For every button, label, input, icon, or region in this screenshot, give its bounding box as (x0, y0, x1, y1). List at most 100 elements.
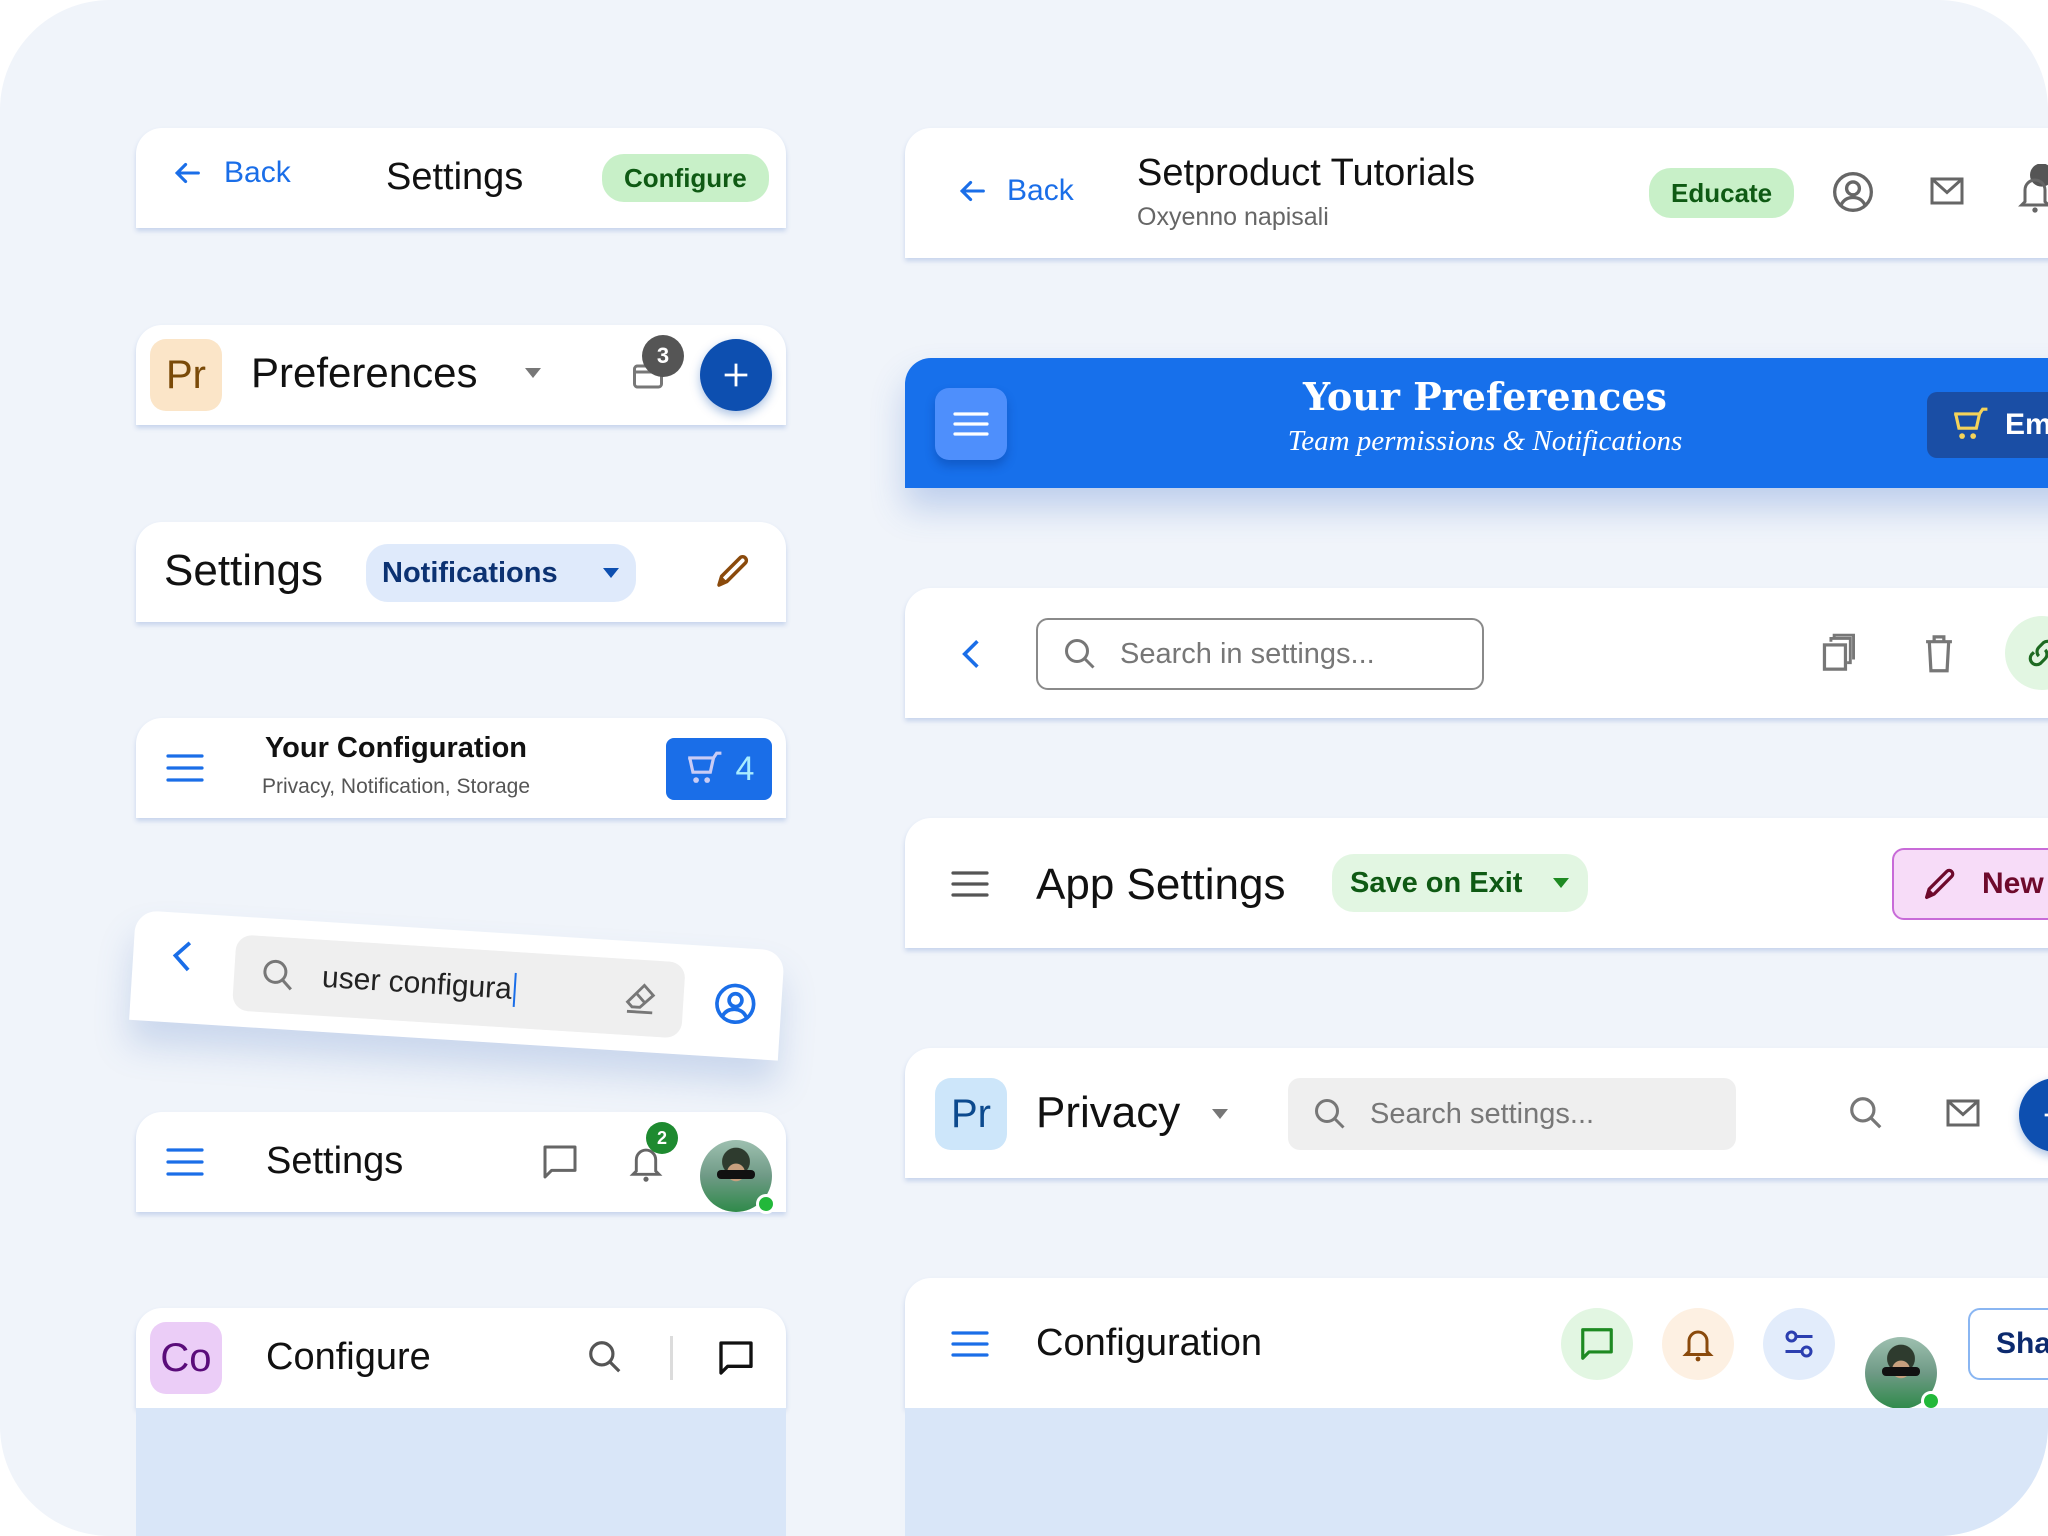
dropdown-caret-icon (602, 567, 620, 579)
back-label: Back (224, 156, 291, 189)
eraser-clear-icon[interactable] (620, 978, 660, 1018)
dropdown-value: Save on Exit (1350, 866, 1523, 899)
cart-icon (1949, 406, 1991, 444)
bell-icon[interactable] (2015, 164, 2048, 216)
page-title: Settings (386, 156, 524, 198)
search-icon (259, 956, 297, 994)
page-subtitle: Privacy, Notification, Storage (261, 775, 531, 798)
notifications-button[interactable] (1662, 1308, 1734, 1380)
trash-icon[interactable] (1921, 632, 1957, 674)
search-input[interactable]: Search settings... (1288, 1078, 1736, 1150)
plus-icon (2039, 1098, 2048, 1132)
settings-notifications-card: Settings Notifications (136, 522, 786, 622)
save-on-exit-dropdown[interactable]: Save on Exit (1332, 854, 1588, 912)
search-icon[interactable] (1847, 1094, 1885, 1132)
chevron-left-icon[interactable] (170, 938, 194, 973)
user-profile-icon[interactable] (712, 980, 759, 1027)
link-button[interactable] (2005, 616, 2048, 690)
app-avatar: Co (150, 1322, 222, 1394)
copy-icon[interactable] (1819, 632, 1859, 674)
notifications-dropdown[interactable]: Notifications (366, 544, 636, 602)
chat-button[interactable] (1561, 1308, 1633, 1380)
your-configuration-card: Your Configuration Privacy, Notification… (136, 718, 786, 818)
content-area-placeholder (905, 1408, 2048, 1536)
configure-button[interactable]: Configure (602, 154, 769, 202)
arrow-left-icon (170, 156, 204, 190)
hamburger-menu-icon (953, 409, 989, 439)
add-button[interactable] (700, 339, 772, 411)
page-title: Settings (266, 1140, 404, 1182)
dropdown-caret-icon[interactable] (524, 367, 542, 379)
filters-button[interactable] (1763, 1308, 1835, 1380)
share-button[interactable]: Sha (1968, 1308, 2048, 1380)
add-button[interactable] (2019, 1078, 2048, 1152)
page-title: Privacy (1036, 1088, 1181, 1137)
bell-icon (1680, 1324, 1716, 1364)
dropdown-caret-icon[interactable] (1211, 1108, 1229, 1120)
hamburger-menu-icon[interactable] (951, 868, 989, 900)
page-title: Your Configuration (264, 732, 528, 764)
plus-icon (719, 358, 753, 392)
share-button-label: Sha (1996, 1327, 2048, 1360)
user-profile-icon[interactable] (1831, 170, 1875, 214)
avatar-photo (717, 1170, 755, 1179)
page-title: Configuration (1036, 1322, 1263, 1364)
menu-button[interactable] (935, 388, 1007, 460)
page-title: Settings (164, 546, 323, 595)
link-icon (2023, 634, 2048, 672)
divider (670, 1336, 673, 1380)
app-avatar: Pr (150, 339, 222, 411)
mail-icon[interactable] (1929, 174, 1965, 208)
sliders-icon (1781, 1326, 1817, 1362)
content-area-placeholder (136, 1408, 786, 1536)
online-status-dot (756, 1194, 776, 1214)
hamburger-menu-icon[interactable] (166, 1144, 204, 1180)
canvas-background: Back Settings Configure Pr Preferences 3… (0, 0, 2048, 1536)
dropdown-caret-icon (1552, 877, 1570, 889)
search-settings-card: Search in settings... (905, 588, 2048, 718)
configuration-card: Configuration Sha (905, 1278, 2048, 1411)
mail-icon[interactable] (1945, 1096, 1981, 1130)
page-title: Preferences (251, 349, 478, 396)
pencil-icon[interactable] (712, 550, 754, 592)
preferences-header-card: Pr Preferences 3 (136, 325, 786, 425)
search-input[interactable]: Search in settings... (1036, 618, 1484, 690)
search-placeholder: Search in settings... (1120, 637, 1375, 670)
cart-button-label: Em (2005, 408, 2048, 441)
cart-count: 4 (735, 749, 755, 788)
text-cursor (512, 972, 517, 1007)
new-button-label: New (1982, 867, 2044, 900)
search-icon (1312, 1096, 1348, 1132)
settings-header-card: Back Settings Configure (136, 128, 786, 228)
new-button[interactable]: New (1892, 848, 2048, 920)
chat-bubble-icon[interactable] (540, 1142, 580, 1182)
educate-button[interactable]: Educate (1649, 168, 1795, 218)
back-button[interactable]: Back (955, 174, 1074, 208)
app-avatar: Pr (935, 1078, 1007, 1150)
search-input[interactable]: user configura (231, 934, 686, 1039)
app-settings-card: App Settings Save on Exit New (905, 818, 2048, 948)
cart-button[interactable]: Em (1927, 392, 2048, 458)
cart-button[interactable]: 4 (666, 738, 772, 800)
privacy-card: Pr Privacy Search settings... (905, 1048, 2048, 1178)
search-icon[interactable] (586, 1338, 624, 1376)
notification-count-badge: 2 (646, 1122, 678, 1154)
arrow-left-icon (955, 174, 989, 208)
hamburger-menu-icon[interactable] (166, 750, 204, 786)
search-placeholder: Search settings... (1370, 1097, 1595, 1130)
chat-bubble-icon (1578, 1325, 1616, 1363)
page-title: Configure (266, 1336, 431, 1378)
page-title: Setproduct Tutorials (1137, 152, 1475, 194)
user-avatar[interactable] (700, 1140, 776, 1214)
user-avatar[interactable] (1865, 1337, 1941, 1411)
banner-subtitle: Team permissions & Notifications (1287, 425, 1683, 457)
back-button[interactable]: Back (170, 156, 291, 190)
chevron-left-icon[interactable] (961, 638, 981, 670)
settings-notifications-avatar-card: Settings 2 (136, 1112, 786, 1214)
page-subtitle: Oxyenno napisali (1137, 203, 1329, 231)
hamburger-menu-icon[interactable] (951, 1328, 989, 1360)
chat-bubble-icon[interactable] (716, 1338, 756, 1378)
search-value: user configura (321, 960, 513, 1006)
folder-count-badge: 3 (642, 335, 684, 377)
pencil-icon (1920, 864, 1960, 904)
